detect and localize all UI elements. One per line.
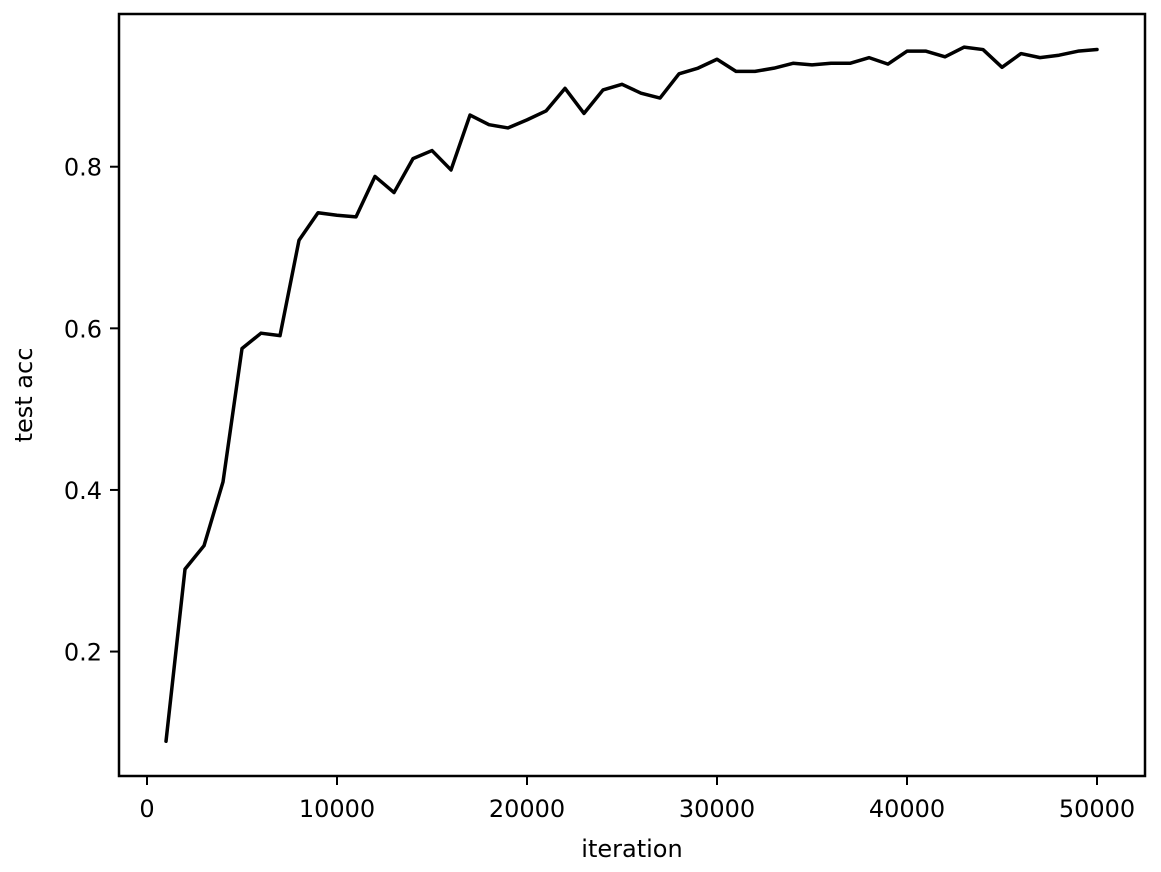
x-axis: 0 10000 20000 30000 40000 50000 xyxy=(139,776,1135,823)
y-tick-label: 0.8 xyxy=(64,154,102,182)
y-tick-label: 0.4 xyxy=(64,477,102,505)
y-axis-label: test acc xyxy=(10,348,38,443)
plot-area xyxy=(117,12,1147,778)
x-axis-label: iteration xyxy=(581,835,682,863)
y-tick-label: 0.6 xyxy=(64,315,102,343)
x-tick-label: 10000 xyxy=(299,795,375,823)
line-chart: 0 10000 20000 30000 40000 50000 0.20.40.60.8 … xyxy=(10,12,1147,863)
y-axis: 0.2 0.4 0.6 0.8 xyxy=(64,154,119,667)
x-tick-label: 20000 xyxy=(489,795,565,823)
x-tick-label: 40000 xyxy=(869,795,945,823)
x-tick-label: 0 xyxy=(139,795,154,823)
y-tick-label: 0.2 xyxy=(64,639,102,667)
plot-frame xyxy=(117,12,1147,778)
x-tick-label: 30000 xyxy=(679,795,755,823)
x-tick-label: 50000 xyxy=(1059,795,1135,823)
